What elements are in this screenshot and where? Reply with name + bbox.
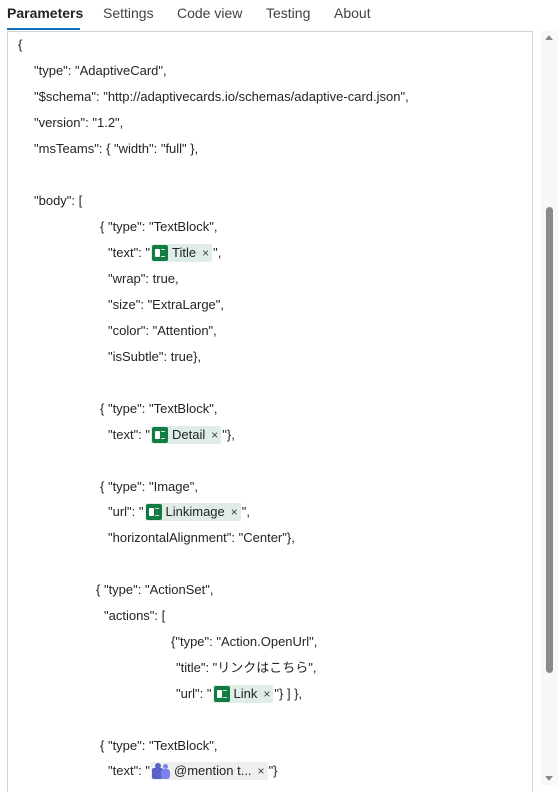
code-text: "text": " [108, 763, 151, 778]
close-icon[interactable]: × [202, 244, 209, 262]
code-line: {"type": "Action.OpenUrl", [171, 634, 318, 649]
code-text: "text": " [108, 427, 151, 442]
code-line-with-token: "text": " @mention t... × "} [108, 761, 278, 781]
dynamic-content-token-detail[interactable]: Detail × [151, 425, 222, 444]
code-text: ", [241, 504, 251, 519]
code-line-with-token: "text": " Title × ", [108, 243, 222, 263]
token-label: @mention t... [174, 762, 252, 778]
excel-icon [152, 426, 169, 443]
code-line: { "type": "TextBlock", [100, 401, 218, 416]
code-line: "wrap": true, [108, 271, 179, 286]
close-icon[interactable]: × [258, 762, 265, 780]
code-line: "msTeams": { "width": "full" }, [34, 141, 199, 156]
code-line: "color": "Attention", [108, 323, 217, 338]
code-line: "size": "ExtraLarge", [108, 297, 225, 312]
code-text: "url": " [108, 504, 144, 519]
scroll-down-arrow-icon[interactable] [545, 776, 553, 781]
code-line-with-token: "url": " Linkimage × ", [108, 502, 251, 522]
dynamic-content-token-linkimage[interactable]: Linkimage × [144, 502, 241, 521]
code-line: { "type": "TextBlock", [100, 219, 218, 234]
tab-testing[interactable]: Testing [266, 4, 310, 22]
code-text: "} [268, 763, 278, 778]
scroll-up-arrow-icon[interactable] [545, 35, 553, 40]
code-text: "} ] }, [274, 686, 303, 701]
active-tab-indicator [7, 28, 80, 30]
code-line: "actions": [ [104, 608, 166, 623]
code-text: ", [213, 245, 222, 260]
token-label: Linkimage [165, 503, 225, 519]
close-icon[interactable]: × [211, 426, 218, 444]
code-line-with-token: "text": " Detail × "}, [108, 425, 235, 445]
dynamic-content-token-title[interactable]: Title × [151, 243, 213, 262]
token-label: Detail [172, 426, 206, 442]
dynamic-content-token-mention[interactable]: @mention t... × [151, 761, 268, 780]
code-editor[interactable]: { "type": "AdaptiveCard", "$schema": "ht… [7, 31, 533, 792]
code-line: { "type": "Image", [100, 479, 198, 494]
scrollbar-thumb[interactable] [546, 207, 553, 673]
code-line: "title": "リンクはこちら", [176, 660, 317, 675]
tab-settings[interactable]: Settings [103, 4, 154, 22]
code-line: "version": "1.2", [34, 115, 124, 130]
code-line: { "type": "TextBlock", [100, 738, 218, 753]
tab-bar: Parameters Settings Code view Testing Ab… [0, 0, 558, 32]
teams-icon [152, 762, 171, 779]
vertical-scrollbar[interactable] [541, 31, 558, 785]
close-icon[interactable]: × [231, 503, 238, 521]
code-line: "body": [ [34, 193, 83, 208]
code-line: "type": "AdaptiveCard", [34, 63, 167, 78]
excel-icon [145, 503, 162, 520]
code-text: "}, [222, 427, 235, 442]
code-text: "url": " [176, 686, 212, 701]
code-line: { "type": "ActionSet", [96, 582, 214, 597]
tab-parameters[interactable]: Parameters [7, 4, 83, 22]
code-line: { [18, 37, 23, 52]
code-line: "$schema": "http://adaptivecards.io/sche… [34, 89, 409, 104]
token-label: Link [233, 685, 258, 701]
code-line: "horizontalAlignment": "Center"}, [108, 530, 295, 545]
code-line: "isSubtle": true}, [108, 349, 202, 364]
token-label: Title [172, 244, 197, 260]
close-icon[interactable]: × [263, 685, 270, 703]
dynamic-content-token-link[interactable]: Link × [212, 684, 274, 703]
code-line-with-token: "url": " Link × "} ] }, [176, 684, 303, 704]
code-text: "text": " [108, 245, 151, 260]
tab-code-view[interactable]: Code view [177, 4, 242, 22]
excel-icon [152, 244, 169, 261]
tab-about[interactable]: About [334, 4, 371, 22]
excel-icon [213, 685, 230, 702]
